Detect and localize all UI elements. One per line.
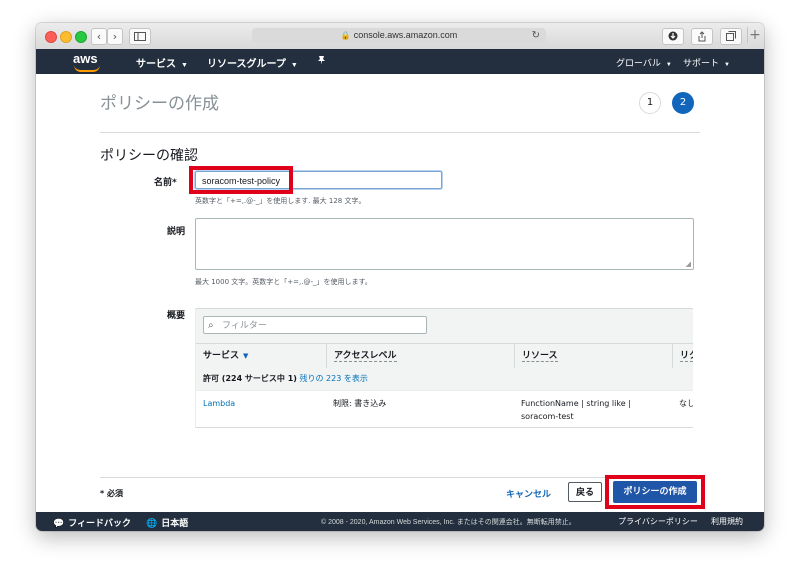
required-note: * 必須 <box>100 489 123 498</box>
address-bar[interactable]: 🔒 console.aws.amazon.com ↻ <box>252 28 546 43</box>
feedback-button[interactable]: 💬 フィードバック <box>53 516 131 529</box>
nav-services-menu[interactable]: サービス ▼ <box>136 55 188 70</box>
back-button[interactable]: 戻る <box>568 482 602 502</box>
new-tab-button[interactable]: + <box>747 27 762 43</box>
resource-line-1: FunctionName | string like | <box>521 399 631 408</box>
resize-handle-icon[interactable]: ◢ <box>686 260 691 268</box>
service-link-lambda[interactable]: Lambda <box>203 397 235 410</box>
request-condition-cell: なし <box>679 399 693 408</box>
globe-icon: 🌐 <box>146 518 158 528</box>
sidebar-toggle-button[interactable] <box>129 28 151 45</box>
nav-pin-button[interactable] <box>317 55 326 68</box>
cancel-button[interactable]: キャンセル <box>506 487 551 500</box>
nav-services-label: サービス <box>136 59 176 70</box>
terms-link[interactable]: 利用規約 <box>711 516 743 527</box>
name-label: 名前* <box>154 175 177 188</box>
tabs-overview-button[interactable] <box>720 28 742 45</box>
nav-region-menu[interactable]: グローバル ▼ <box>616 56 672 69</box>
summary-label: 概要 <box>167 311 186 321</box>
aws-logo[interactable]: aws <box>73 51 103 72</box>
language-selector[interactable]: 🌐 日本語 <box>146 516 188 529</box>
logo-smile-icon <box>74 65 100 72</box>
table-row: Lambda 制限: 書き込み FunctionName | string li… <box>196 390 693 427</box>
pin-icon <box>318 56 325 65</box>
zoom-window-button[interactable] <box>75 31 87 43</box>
copyright-text: © 2008 - 2020, Amazon Web Services, Inc.… <box>321 519 576 526</box>
chevron-right-icon: › <box>112 30 118 43</box>
table-header: サービス▼ アクセスレベル リソース リク <box>196 343 693 369</box>
nav-support-label: サポート <box>683 58 720 68</box>
description-label: 説明 <box>167 227 186 237</box>
logo-text: aws <box>73 51 98 66</box>
column-header-service[interactable]: サービス ▼ <box>196 344 326 368</box>
wizard-step-1[interactable]: 1 <box>639 92 661 114</box>
caret-down-icon: ▼ <box>665 62 672 68</box>
summary-table: ⌕ フィルター サービス▼ アクセスレベル リソース リク 許可 <box>195 308 693 428</box>
downloads-button[interactable] <box>662 28 684 45</box>
share-button[interactable] <box>691 28 713 45</box>
sidebar-icon <box>134 32 146 41</box>
minimize-window-button[interactable] <box>60 31 72 43</box>
column-header-request-condition-label: リク <box>680 351 693 362</box>
feedback-label: フィードバック <box>68 518 132 528</box>
resource-cell: FunctionName | string like | soracom-tes… <box>521 397 631 423</box>
access-level-cell: 制限: 書き込み <box>333 399 387 408</box>
column-header-resource-label: リソース <box>522 351 558 362</box>
highlight-create-box <box>605 475 705 509</box>
page-title: ポリシーの作成 <box>100 94 219 114</box>
chevron-left-icon: ‹ <box>96 30 102 43</box>
nav-resource-groups-label: リソースグループ <box>207 59 286 70</box>
header-divider <box>100 132 700 133</box>
name-label-text: 名前* <box>154 178 177 188</box>
search-icon: ⌕ <box>208 320 214 331</box>
sort-desc-icon: ▼ <box>243 352 249 360</box>
main-content: ポリシーの作成 1 2 ポリシーの確認 名前* soracom-test-pol… <box>36 74 764 512</box>
filter-input[interactable]: ⌕ フィルター <box>203 316 427 334</box>
description-help-text: 最大 1000 文字。英数字と「+=,.@-_」を使用します。 <box>195 278 372 286</box>
browser-titlebar: ‹ › 🔒 console.aws.amazon.com ↻ + <box>36 23 764 50</box>
lock-icon: 🔒 <box>340 31 351 40</box>
share-icon <box>698 31 706 42</box>
speech-bubble-icon: 💬 <box>53 518 65 528</box>
column-header-request-condition[interactable]: リク <box>672 344 693 368</box>
caret-down-icon: ▼ <box>290 62 298 69</box>
caret-down-icon: ▼ <box>181 62 188 69</box>
column-header-access-level-label: アクセスレベル <box>334 351 397 362</box>
filter-placeholder: フィルター <box>222 321 267 331</box>
back-nav-button[interactable]: ‹ <box>91 28 107 45</box>
nav-support-menu[interactable]: サポート ▼ <box>683 56 730 69</box>
wizard-step-2-active: 2 <box>672 92 694 114</box>
console-footer: 💬 フィードバック 🌐 日本語 © 2008 - 2020, Amazon Web … <box>36 512 764 531</box>
description-textarea[interactable]: ◢ <box>195 218 694 270</box>
allow-group-row: 許可 (224 サービス中 1) 残りの 223 を表示 <box>196 368 693 390</box>
privacy-policy-link[interactable]: プライバシーポリシー <box>618 516 698 527</box>
aws-top-nav: aws サービス ▼ リソースグループ ▼ グローバル ▼ サポート ▼ <box>36 49 764 74</box>
filter-bar: ⌕ フィルター <box>196 309 693 343</box>
column-header-service-label: サービス <box>203 351 240 361</box>
column-header-resource[interactable]: リソース <box>514 344 672 368</box>
download-icon <box>668 31 678 41</box>
allow-group-label: 許可 (224 サービス中 1) <box>203 374 297 383</box>
highlight-name-box <box>189 166 293 194</box>
resource-line-2: soracom-test <box>521 412 574 421</box>
nav-region-label: グローバル <box>616 58 661 68</box>
name-help-text: 英数字と「+=,.@-_」を使用します. 最大 128 文字。 <box>195 197 366 205</box>
column-header-access-level[interactable]: アクセスレベル <box>326 344 514 368</box>
show-remaining-link[interactable]: 残りの 223 を表示 <box>299 374 367 383</box>
nav-resource-groups-menu[interactable]: リソースグループ ▼ <box>207 55 298 70</box>
section-title: ポリシーの確認 <box>100 148 198 164</box>
reload-icon[interactable]: ↻ <box>532 28 540 43</box>
forward-nav-button[interactable]: › <box>107 28 123 45</box>
browser-window: ‹ › 🔒 console.aws.amazon.com ↻ + aws サービ… <box>36 23 764 531</box>
caret-down-icon: ▼ <box>724 62 730 68</box>
address-text: console.aws.amazon.com <box>353 30 458 40</box>
tabs-icon <box>726 31 736 41</box>
close-window-button[interactable] <box>45 31 57 43</box>
language-label: 日本語 <box>161 518 189 528</box>
